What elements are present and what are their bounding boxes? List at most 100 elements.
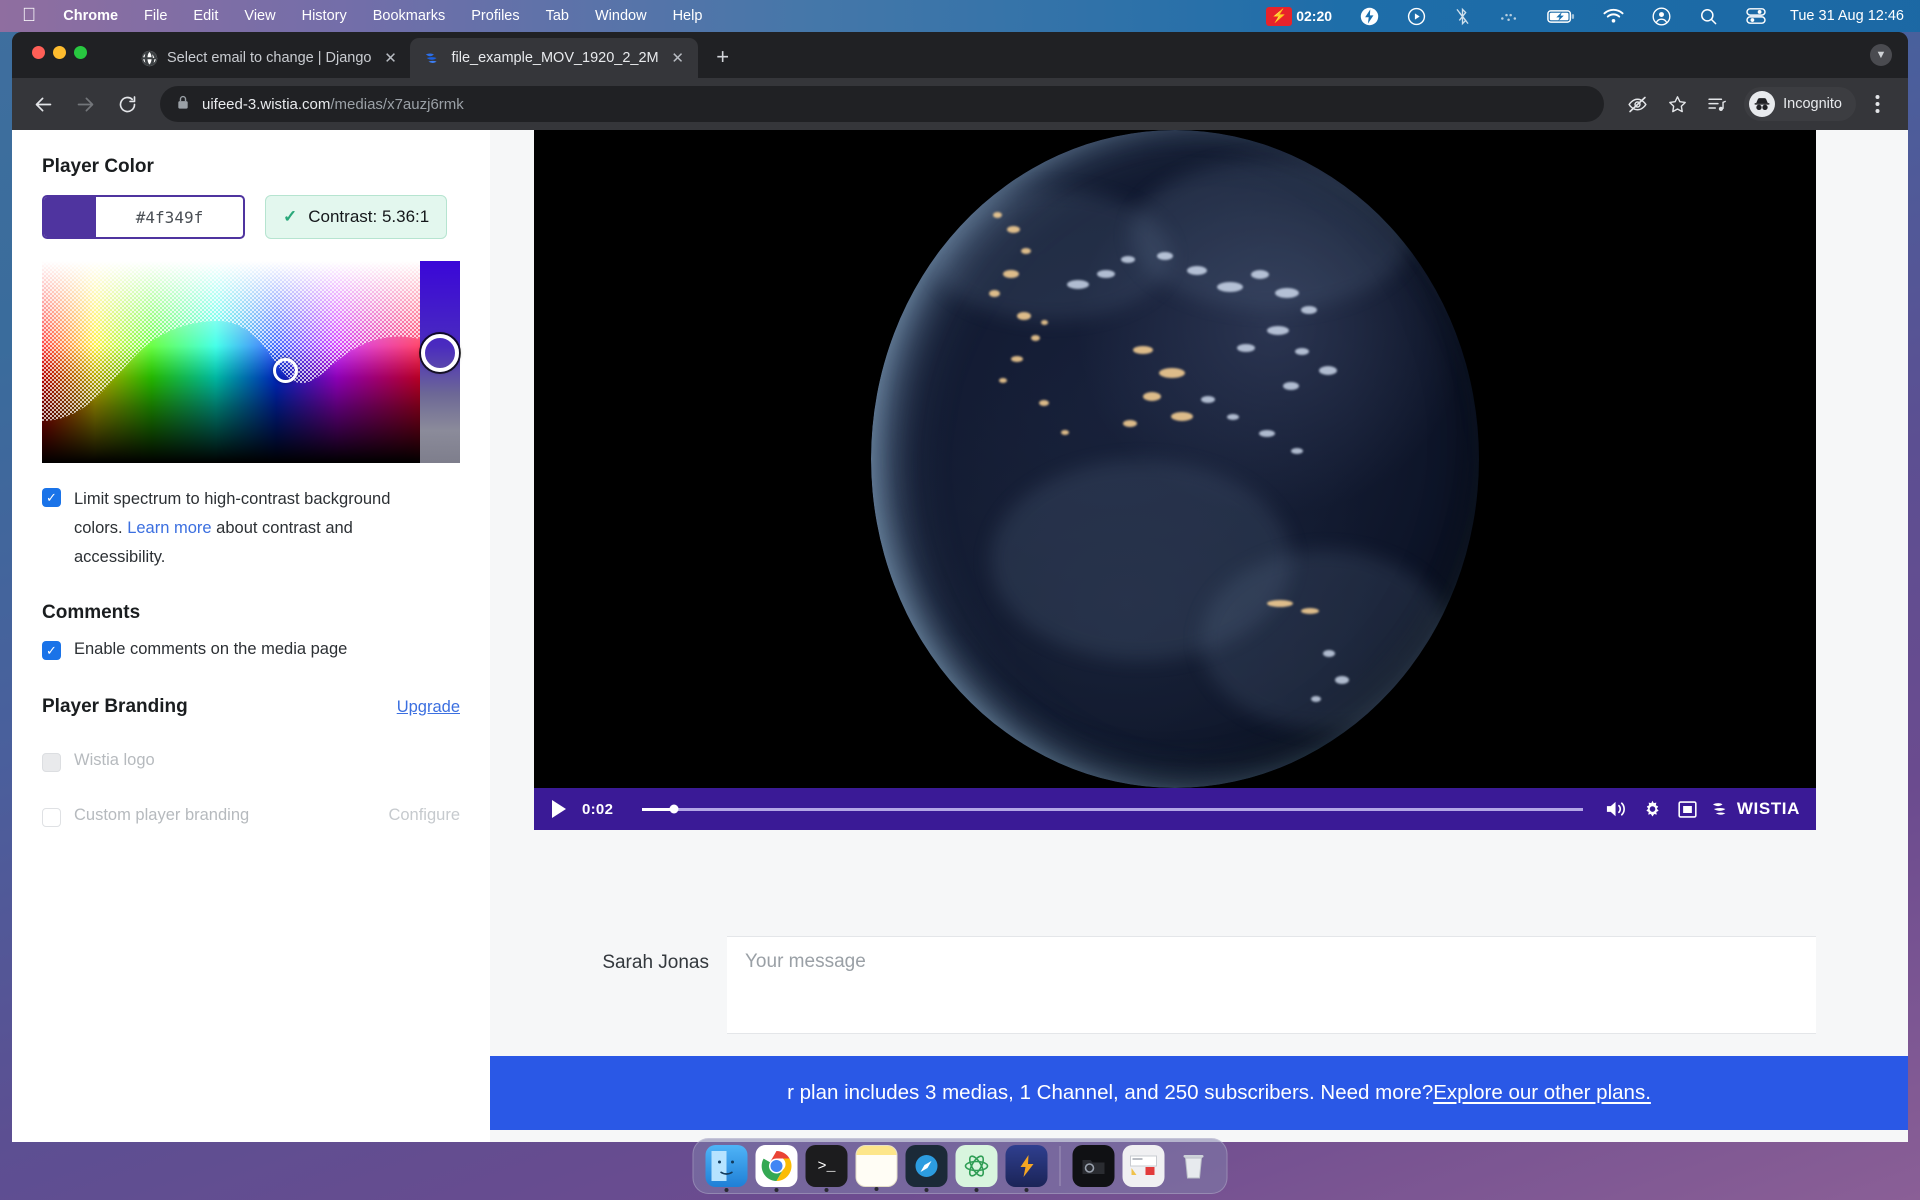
lock-icon[interactable]	[176, 95, 190, 114]
finder-icon[interactable]	[705, 1145, 748, 1192]
brightness-slider-handle[interactable]	[421, 334, 459, 372]
page-content: Player Color #4f349f ✓ Contrast: 5.36:1	[12, 130, 1908, 1142]
trash-icon[interactable]	[1173, 1145, 1215, 1187]
player-branding-header: Player Branding Upgrade	[42, 696, 460, 718]
brightness-slider[interactable]	[420, 261, 460, 463]
three-dot-menu-icon[interactable]	[1858, 85, 1896, 123]
gear-icon[interactable]	[1642, 799, 1663, 820]
menu-tab[interactable]: Tab	[533, 0, 582, 32]
star-icon[interactable]	[1658, 85, 1696, 123]
menu-edit[interactable]: Edit	[180, 0, 231, 32]
dock-separator	[1059, 1146, 1061, 1186]
hex-value[interactable]: #4f349f	[96, 197, 243, 237]
play-icon[interactable]	[550, 799, 568, 819]
back-arrow-icon[interactable]	[24, 85, 62, 123]
profile-label: Incognito	[1783, 96, 1842, 112]
incognito-profile-button[interactable]: Incognito	[1744, 87, 1856, 121]
limit-spectrum-row[interactable]: ✓ Limit spectrum to high-contrast backgr…	[42, 485, 460, 572]
menu-file[interactable]: File	[131, 0, 180, 32]
tab-django[interactable]: Select email to change | Django ✕	[126, 38, 410, 78]
enable-comments-label: Enable comments on the media page	[74, 639, 348, 658]
menubar-datetime[interactable]: Tue 31 Aug 12:46	[1780, 8, 1904, 24]
bolt-icon[interactable]	[1346, 7, 1393, 26]
plan-upgrade-banner: r plan includes 3 medias, 1 Channel, and…	[490, 1056, 1908, 1130]
account-icon[interactable]	[1638, 7, 1685, 26]
saturation-value-spectrum[interactable]	[42, 261, 420, 463]
hex-color-field[interactable]: #4f349f	[42, 195, 245, 239]
limit-spectrum-label: Limit spectrum to high-contrast backgrou…	[74, 485, 426, 572]
menu-help[interactable]: Help	[660, 0, 716, 32]
customize-sidebar: Player Color #4f349f ✓ Contrast: 5.36:1	[12, 130, 490, 1142]
maximize-window-button[interactable]	[74, 46, 87, 59]
progress-scrubber[interactable]	[642, 804, 1583, 814]
menu-bookmarks[interactable]: Bookmarks	[360, 0, 459, 32]
address-bar[interactable]: uifeed-3.wistia.com/medias/x7auzj6rmk	[160, 86, 1605, 122]
recording-time: 02:20	[1296, 8, 1333, 24]
notes-icon[interactable]	[855, 1145, 898, 1191]
chrome-icon[interactable]	[755, 1145, 798, 1192]
screenshot-icon[interactable]	[1122, 1145, 1165, 1187]
comment-input[interactable]: Your message	[727, 936, 1816, 1034]
reading-list-icon[interactable]	[1698, 85, 1736, 123]
reload-icon[interactable]	[108, 85, 146, 123]
color-swatch[interactable]	[44, 197, 96, 237]
menu-view[interactable]: View	[231, 0, 288, 32]
video-canvas[interactable]	[534, 130, 1816, 788]
menu-window[interactable]: Window	[582, 0, 660, 32]
minimize-window-button[interactable]	[53, 46, 66, 59]
close-tab-button[interactable]: ✕	[380, 48, 400, 68]
tab-title: file_example_MOV_1920_2_2M	[451, 50, 659, 66]
chrome-window: Select email to change | Django ✕ file_e…	[12, 32, 1908, 1142]
apple-logo-icon[interactable]: 	[18, 0, 50, 32]
spectrum-handle[interactable]	[273, 358, 298, 383]
window-controls[interactable]	[32, 46, 87, 59]
tab-search-chevron-icon[interactable]: ▼	[1870, 44, 1892, 66]
progress-knob[interactable]	[669, 804, 679, 814]
player-branding-heading: Player Branding	[42, 696, 188, 717]
color-picker[interactable]	[42, 261, 460, 463]
fullscreen-icon[interactable]	[1677, 799, 1698, 820]
current-time: 0:02	[582, 800, 614, 818]
search-icon[interactable]	[1685, 7, 1732, 26]
new-tab-button[interactable]: +	[706, 40, 740, 74]
limit-spectrum-checkbox[interactable]: ✓	[42, 488, 61, 507]
learn-more-link[interactable]: Learn more	[127, 519, 211, 537]
comment-composer: Sarah Jonas Your message	[534, 936, 1816, 1034]
wistia-bolt-icon[interactable]	[1005, 1145, 1048, 1192]
preview-icon[interactable]	[905, 1145, 948, 1192]
forward-arrow-icon[interactable]	[66, 85, 104, 123]
atom-icon[interactable]	[955, 1145, 998, 1192]
menu-chrome[interactable]: Chrome	[50, 0, 131, 32]
menu-history[interactable]: History	[289, 0, 360, 32]
wistia-brand-text: WISTIA	[1736, 799, 1800, 818]
volume-icon[interactable]	[1605, 799, 1628, 819]
enable-comments-checkbox[interactable]: ✓	[42, 641, 61, 660]
battery-charging-icon[interactable]	[1533, 9, 1589, 24]
folder-icon[interactable]	[1072, 1145, 1115, 1187]
eye-off-icon[interactable]	[1618, 85, 1656, 123]
dots-icon[interactable]	[1485, 9, 1533, 23]
upgrade-link[interactable]: Upgrade	[397, 698, 460, 717]
terminal-icon[interactable]: >_	[805, 1145, 848, 1192]
screen-recording-indicator[interactable]: ⚡ 02:20	[1252, 0, 1346, 32]
tab-wistia-media[interactable]: file_example_MOV_1920_2_2M ✕	[410, 38, 698, 78]
menu-profiles[interactable]: Profiles	[458, 0, 532, 32]
video-player[interactable]: 0:02 WISTIA	[534, 130, 1816, 830]
comments-heading: Comments	[42, 602, 141, 623]
media-main-area: 0:02 WISTIA Sarah Jonas Your message r p…	[490, 130, 1908, 1142]
browser-toolbar: uifeed-3.wistia.com/medias/x7auzj6rmk In…	[12, 78, 1908, 130]
comment-author-name: Sarah Jonas	[602, 952, 709, 973]
explore-plans-link[interactable]: Explore our other plans.	[1433, 1081, 1651, 1105]
screen-record-icon[interactable]	[1393, 7, 1440, 26]
bluetooth-off-icon[interactable]	[1440, 7, 1485, 26]
close-window-button[interactable]	[32, 46, 45, 59]
player-controls[interactable]: 0:02 WISTIA	[534, 788, 1816, 830]
wifi-icon[interactable]	[1589, 8, 1638, 24]
wistia-brand-logo[interactable]: WISTIA	[1712, 799, 1800, 819]
wistia-logo-checkbox	[42, 752, 61, 772]
check-icon: ✓	[283, 207, 298, 226]
close-tab-button[interactable]: ✕	[668, 48, 688, 68]
control-center-icon[interactable]	[1732, 7, 1780, 25]
configure-link: Configure	[388, 806, 460, 824]
enable-comments-row[interactable]: ✓ Enable comments on the media page	[42, 638, 460, 660]
